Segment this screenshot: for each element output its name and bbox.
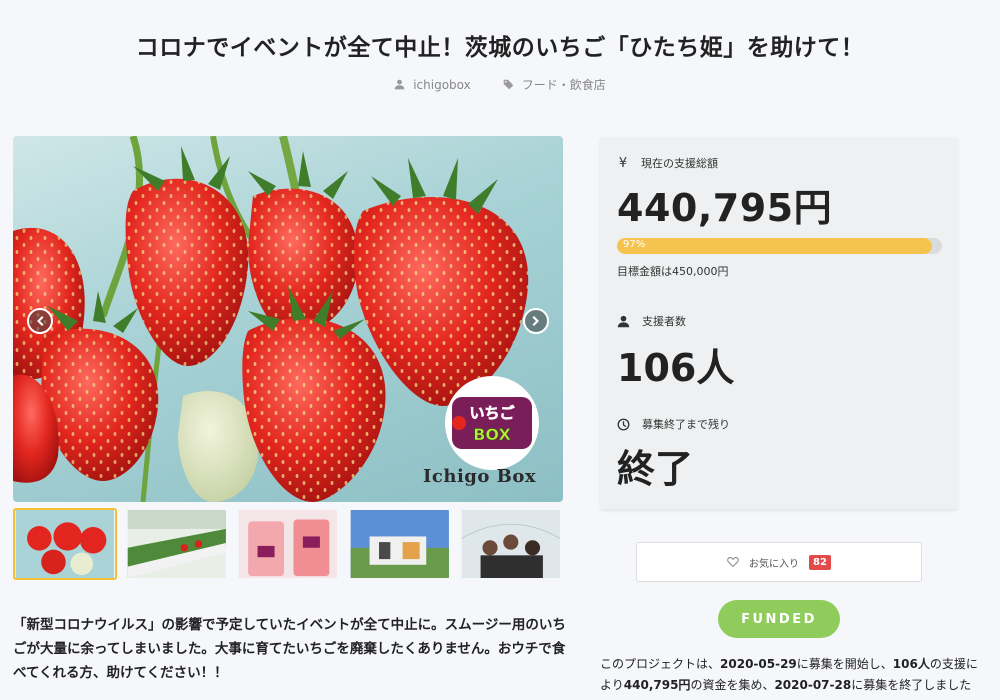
supporters-label: 支援者数 xyxy=(642,315,686,328)
thumbnail-2[interactable] xyxy=(125,508,229,580)
supporters-count: 106人 xyxy=(617,346,735,390)
total-label: 現在の支援総額 xyxy=(641,157,718,170)
project-description: 「新型コロナウイルス」の影響で予定していたイベントが全て中止に。スムージー用のい… xyxy=(13,617,566,681)
main-image-carousel[interactable]: いちご BOX Ichigo Box xyxy=(13,136,563,502)
summary-supporters: 106人 xyxy=(892,657,930,671)
chevron-right-icon xyxy=(532,316,539,326)
hero-caption: Ichigo Box xyxy=(423,466,537,487)
person-icon xyxy=(617,315,630,327)
thumbnail-1[interactable] xyxy=(13,508,117,580)
total-label-row: ¥ 現在の支援総額 xyxy=(617,155,941,171)
thumbnail-4[interactable] xyxy=(348,508,452,580)
summary-text-1: このプロジェクトは、 xyxy=(600,657,721,671)
goal-amount: 目標金額は450,000円 xyxy=(617,265,729,278)
page-title: コロナでイベントが全て中止！茨城のいちご「ひたち姫」を助けて！ xyxy=(135,35,865,61)
svg-text:いちご: いちご xyxy=(469,404,515,422)
remaining-time: 終了 xyxy=(617,447,694,491)
author-name: ichigobox xyxy=(413,77,471,92)
summary-text-4: の資金を集め、 xyxy=(690,678,775,692)
tag-icon xyxy=(503,79,514,90)
project-meta: ichigobox フード・飲食店 xyxy=(0,76,1000,93)
thumbnail-5[interactable] xyxy=(459,508,563,580)
chevron-left-icon xyxy=(37,316,44,326)
project-summary: このプロジェクトは、2020-05-29に募集を開始し、106人の支援により44… xyxy=(600,654,980,696)
yen-icon: ¥ xyxy=(618,155,628,171)
remaining-label-row: 募集終了まで残り xyxy=(617,416,941,432)
summary-start-date: 2020-05-29 xyxy=(720,657,797,671)
funding-progress-bar: 97% xyxy=(617,238,942,254)
remaining-label: 募集終了まで残り xyxy=(642,418,730,431)
summary-end-date: 2020-07-28 xyxy=(774,678,852,692)
category-link[interactable]: フード・飲食店 xyxy=(503,76,606,93)
user-icon xyxy=(394,79,405,90)
total-amount: 440,795円 xyxy=(617,186,833,230)
clock-icon xyxy=(617,418,630,430)
summary-amount: 440,795円 xyxy=(623,678,691,692)
thumbnail-strip xyxy=(13,508,563,580)
favorite-button[interactable]: お気に入り 82 xyxy=(636,542,922,582)
heart-icon xyxy=(727,557,739,568)
category-name: フード・飲食店 xyxy=(521,78,606,92)
supporters-label-row: 支援者数 xyxy=(617,313,941,329)
carousel-next-button[interactable] xyxy=(523,308,549,334)
summary-text-2: に募集を開始し、 xyxy=(796,657,893,671)
favorite-count-badge: 82 xyxy=(809,554,831,570)
progress-percent: 97% xyxy=(623,239,646,250)
funded-status-button[interactable]: FUNDED xyxy=(718,600,840,638)
svg-text:BOX: BOX xyxy=(473,425,511,444)
favorite-label: お気に入り xyxy=(749,558,800,570)
progress-fill xyxy=(617,238,933,254)
ichigo-box-logo: いちご BOX xyxy=(445,376,539,470)
carousel-prev-button[interactable] xyxy=(27,308,53,334)
funding-stats-card: ¥ 現在の支援総額 440,795円 97% 目標金額は450,000円 支援者… xyxy=(600,137,958,509)
author-link[interactable]: ichigobox xyxy=(394,76,471,93)
summary-text-5: に募集を終了しました xyxy=(851,678,972,692)
thumbnail-3[interactable] xyxy=(236,508,340,580)
